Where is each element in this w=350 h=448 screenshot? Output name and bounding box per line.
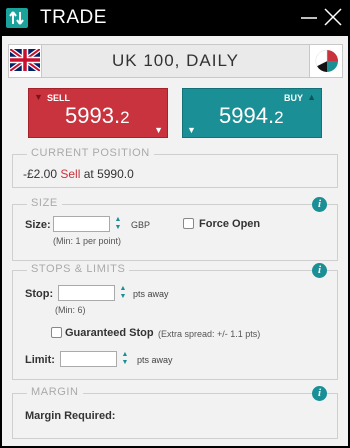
window-title: TRADE: [40, 7, 107, 28]
stepper-up-icon[interactable]: ▲: [118, 285, 128, 293]
size-stepper[interactable]: ▲ ▼: [113, 216, 123, 232]
force-open-label: Force Open: [199, 218, 261, 230]
stop-input-box: [58, 285, 115, 304]
stop-input[interactable]: [59, 289, 114, 304]
limit-stepper[interactable]: ▲ ▼: [120, 351, 130, 367]
buy-price: 5994.2: [219, 103, 284, 128]
current-position-title: CURRENT POSITION: [27, 147, 154, 159]
app-logo-icon: [6, 8, 28, 28]
stepper-down-icon[interactable]: ▼: [118, 293, 128, 301]
current-position-section: CURRENT POSITION -£2.00 Sell at 5990.0: [12, 147, 338, 188]
margin-info-icon[interactable]: i: [312, 386, 327, 401]
stepper-up-icon[interactable]: ▲: [113, 216, 123, 224]
size-min-note: (Min: 1 per point): [53, 236, 122, 246]
size-input-box: [53, 216, 110, 235]
stop-label: Stop:: [25, 288, 54, 300]
stops-limits-title: STOPS & LIMITS: [27, 263, 130, 275]
buy-label: BUY: [283, 93, 303, 103]
stop-unit: pts away: [133, 289, 169, 299]
stop-min-note: (Min: 6): [55, 305, 86, 315]
size-title: SIZE: [27, 197, 62, 209]
stepper-up-icon[interactable]: ▲: [120, 351, 130, 359]
close-button[interactable]: [322, 6, 344, 28]
sell-price: 5993.2: [65, 103, 130, 128]
margin-required-label: Margin Required:: [25, 410, 116, 422]
stops-info-icon[interactable]: i: [312, 263, 327, 278]
stepper-down-icon[interactable]: ▼: [120, 359, 130, 367]
stops-limits-section: STOPS & LIMITS i Stop: ▲ ▼ pts away (Min…: [12, 263, 338, 380]
limit-input[interactable]: [61, 355, 116, 370]
guaranteed-stop-label: Guaranteed Stop: [65, 327, 154, 339]
dropdown-triangle-icon: ▼: [187, 125, 196, 135]
minimize-button[interactable]: [298, 6, 320, 28]
size-info-icon[interactable]: i: [312, 197, 327, 212]
stepper-down-icon[interactable]: ▼: [113, 224, 123, 232]
pie-chart-icon: [315, 49, 338, 73]
buy-button[interactable]: BUY ▲ 5994.2 ▼: [182, 88, 322, 138]
limit-unit: pts away: [137, 355, 173, 365]
margin-section: MARGIN i Margin Required:: [12, 386, 338, 439]
position-summary: -£2.00 Sell at 5990.0: [23, 167, 134, 181]
instrument-header: UK 100, DAILY: [8, 44, 343, 78]
minimize-icon: [301, 17, 317, 19]
title-bar: TRADE: [0, 0, 350, 36]
size-label: Size:: [25, 219, 51, 231]
dropdown-triangle-icon: ▼: [154, 125, 163, 135]
instrument-name: UK 100, DAILY: [111, 51, 240, 70]
guaranteed-stop-note: (Extra spread: +/- 1.1 pts): [158, 329, 261, 339]
size-unit: GBP: [131, 220, 151, 230]
down-arrow-icon: ▼: [34, 92, 43, 102]
chart-button[interactable]: [309, 45, 342, 77]
sell-button[interactable]: ▼ SELL 5993.2 ▼: [28, 88, 168, 138]
up-arrow-icon: ▲: [307, 92, 316, 102]
size-input[interactable]: [54, 220, 109, 235]
guaranteed-stop-checkbox[interactable]: [51, 327, 62, 338]
trade-panel: UK 100, DAILY ▼ SELL 5993.2 ▼ BUY ▲ 5994…: [2, 36, 348, 446]
uk-flag-icon: [9, 45, 42, 77]
force-open-checkbox[interactable]: [183, 218, 194, 229]
size-section: SIZE i Size: ▲ ▼ GBP Force Open (Min: 1 …: [12, 197, 338, 261]
limit-label: Limit:: [25, 354, 55, 366]
stop-stepper[interactable]: ▲ ▼: [118, 285, 128, 301]
margin-title: MARGIN: [27, 386, 83, 398]
close-icon: [324, 8, 342, 26]
sell-label: SELL: [47, 93, 71, 103]
limit-input-box: [60, 351, 117, 370]
